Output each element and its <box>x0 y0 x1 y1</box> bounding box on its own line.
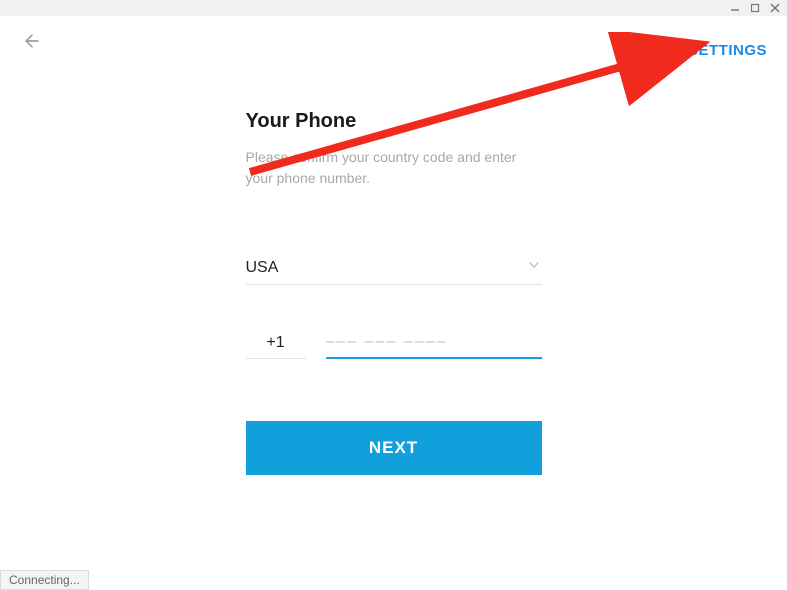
phone-input-row <box>246 327 542 359</box>
minimize-icon[interactable] <box>729 2 741 14</box>
status-bar: Connecting... <box>0 570 89 590</box>
window-titlebar <box>0 0 787 16</box>
chevron-down-icon <box>526 257 542 278</box>
country-code-input[interactable] <box>246 328 306 359</box>
back-button[interactable] <box>20 29 44 53</box>
next-button[interactable]: NEXT <box>246 421 542 475</box>
settings-link[interactable]: SETTINGS <box>688 42 767 59</box>
topbar: SETTINGS <box>0 16 787 66</box>
country-selector[interactable]: USA <box>246 251 542 285</box>
phone-number-input[interactable] <box>326 327 542 359</box>
page-subtitle: Please confirm your country code and ent… <box>246 147 542 189</box>
close-icon[interactable] <box>769 2 781 14</box>
page-title: Your Phone <box>246 110 542 133</box>
main-content: Your Phone Please confirm your country c… <box>246 110 542 475</box>
maximize-icon[interactable] <box>749 2 761 14</box>
country-name: USA <box>246 259 279 277</box>
